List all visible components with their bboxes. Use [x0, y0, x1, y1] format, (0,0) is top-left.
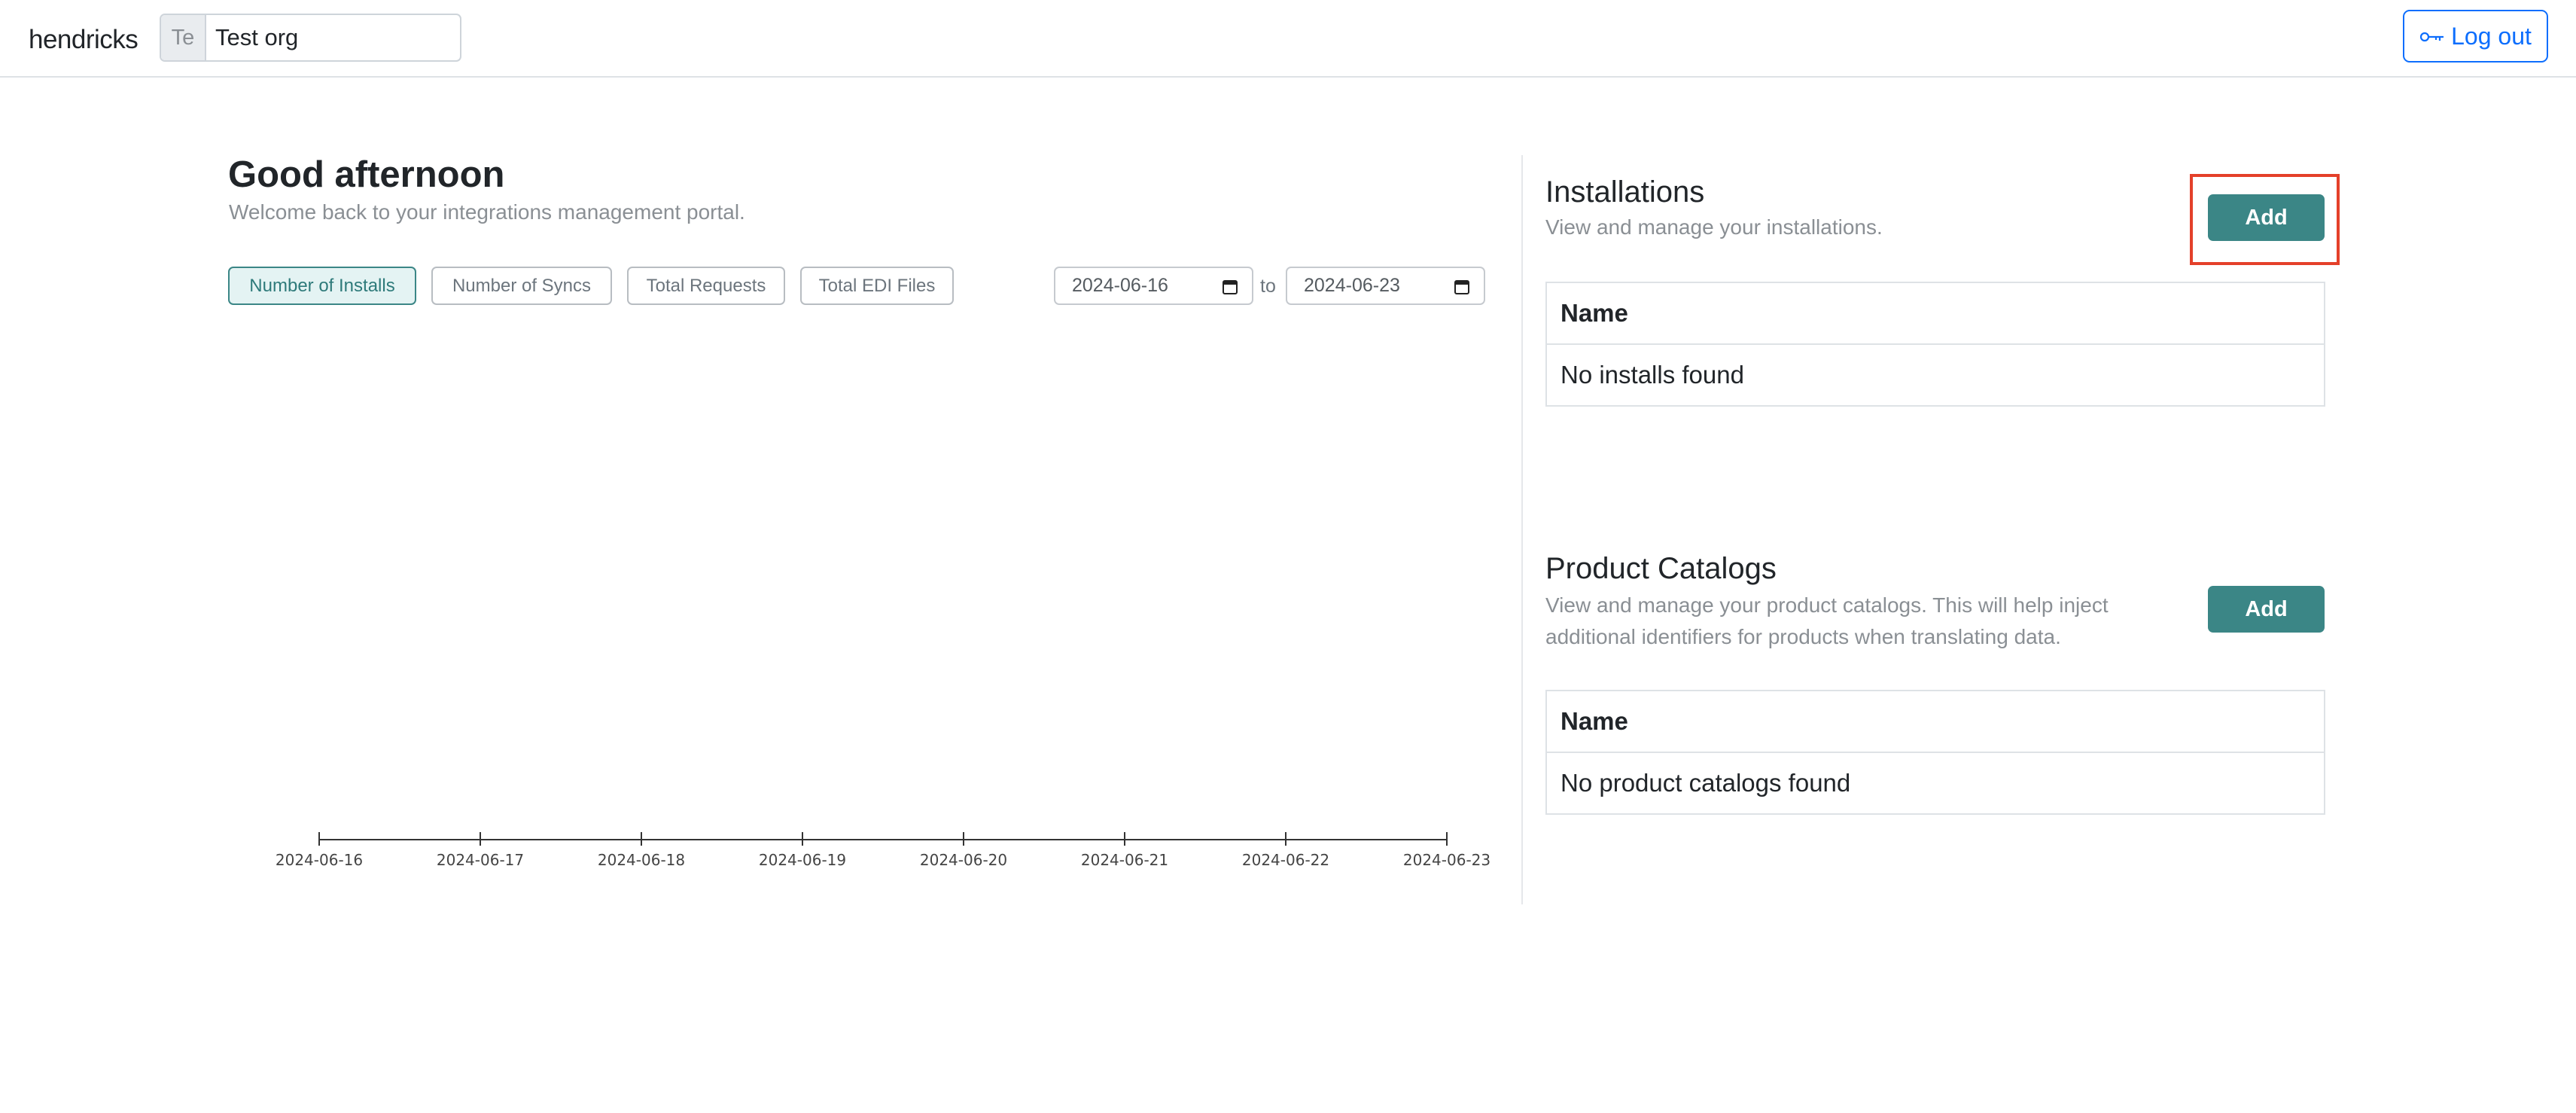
calendar-icon[interactable] — [1222, 279, 1238, 295]
end-date-value: 2024-06-23 — [1304, 275, 1400, 296]
add-catalog-button[interactable]: Add — [2208, 586, 2325, 633]
tab-number-of-installs[interactable]: Number of Installs — [228, 267, 416, 305]
logout-button[interactable]: Log out — [2403, 10, 2548, 63]
tab-total-edi-files[interactable]: Total EDI Files — [800, 267, 954, 305]
start-date-value: 2024-06-16 — [1072, 275, 1168, 296]
installations-name-header: Name — [1547, 283, 2324, 345]
x-axis-tick-label: 2024-06-16 — [276, 851, 363, 869]
catalogs-name-header: Name — [1547, 691, 2324, 753]
date-range-separator: to — [1260, 276, 1276, 297]
x-axis-tick-label: 2024-06-21 — [1081, 851, 1168, 869]
logout-label: Log out — [2451, 22, 2532, 50]
x-axis-tick-label: 2024-06-17 — [437, 851, 524, 869]
x-axis-tick-label: 2024-06-23 — [1403, 851, 1490, 869]
catalogs-subtitle-line2: additional identifiers for products when… — [1545, 625, 2061, 648]
start-date-input[interactable]: 2024-06-16 — [1054, 267, 1253, 305]
key-icon — [2419, 23, 2445, 50]
calendar-icon[interactable] — [1454, 279, 1470, 295]
installs-chart: 2024-06-16 2024-06-17 2024-06-18 2024-06-19… — [276, 832, 1490, 869]
greeting-heading: Good afternoon — [228, 154, 505, 195]
end-date-input[interactable]: 2024-06-23 — [1286, 267, 1485, 305]
x-axis-tick-label: 2024-06-22 — [1242, 851, 1329, 869]
column-divider — [1521, 155, 1523, 904]
installations-subtitle: View and manage your installations. — [1545, 215, 1883, 239]
catalogs-empty-row: No product catalogs found — [1561, 769, 1851, 797]
catalogs-table: Name No product catalogs found — [1545, 690, 2325, 815]
brand-logo[interactable]: hendricks — [29, 25, 139, 55]
catalogs-title: Product Catalogs — [1545, 552, 1777, 585]
installations-title: Installations — [1545, 175, 1705, 209]
x-axis-tick-label: 2024-06-20 — [920, 851, 1007, 869]
tab-number-of-syncs[interactable]: Number of Syncs — [431, 267, 612, 305]
catalogs-subtitle-line1: View and manage your product catalogs. T… — [1545, 593, 2109, 617]
welcome-text: Welcome back to your integrations manage… — [229, 200, 745, 224]
x-axis-tick-label: 2024-06-18 — [598, 851, 685, 869]
installations-table: Name No installs found — [1545, 282, 2325, 407]
x-axis-tick-label: 2024-06-19 — [759, 851, 846, 869]
tab-total-requests[interactable]: Total Requests — [627, 267, 785, 305]
installations-empty-row: No installs found — [1561, 361, 1744, 389]
org-abbr-badge: Te — [161, 15, 206, 60]
org-name: Test org — [215, 24, 299, 50]
top-navbar: hendricks Te Test org Log out — [0, 0, 2576, 78]
add-installation-button[interactable]: Add — [2208, 194, 2325, 241]
org-selector[interactable]: Te Test org — [160, 14, 461, 62]
